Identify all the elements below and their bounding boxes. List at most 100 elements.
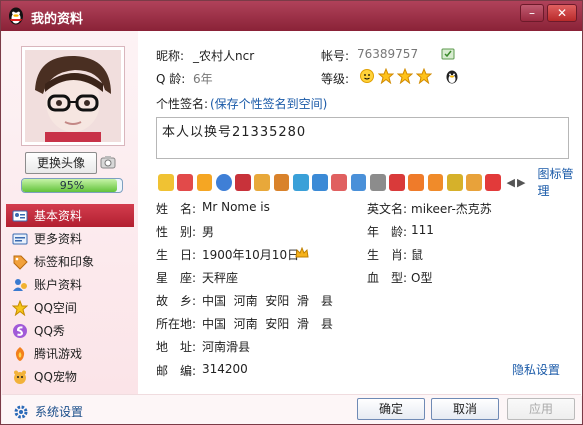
blood-label: 血 型: — [367, 271, 408, 285]
nav-item-more-info[interactable]: 更多资料 — [6, 227, 134, 250]
avatar-image — [25, 50, 121, 142]
nav-item-label: 标签和印象 — [34, 255, 95, 269]
scroll-left-icon[interactable]: ◀ — [507, 176, 515, 189]
gender-value: 男 — [202, 225, 215, 239]
nav-item-games[interactable]: 腾讯游戏 — [6, 342, 134, 365]
star-level-icon — [378, 68, 394, 84]
scroll-right-icon[interactable]: ▶ — [517, 176, 525, 189]
mail-icon[interactable] — [177, 173, 193, 191]
nav-item-qzone[interactable]: QQ空间 — [6, 296, 134, 319]
camera-icon[interactable] — [100, 154, 116, 170]
nav-item-pet[interactable]: QQ宠物 — [6, 365, 134, 388]
tablet-icon[interactable] — [369, 173, 386, 191]
eye-icon[interactable] — [215, 173, 232, 191]
gear-icon — [14, 405, 28, 418]
profile-window: 我的资料 – ✕ 更换头像 95% 基本资料 更多资料 标签和印象 账户资料 Q… — [0, 0, 583, 425]
penguin-vip-icon — [446, 70, 458, 84]
blue-diamond-icon[interactable] — [312, 173, 328, 191]
phone-icon[interactable] — [350, 173, 367, 191]
system-settings-link[interactable]: 系统设置 — [13, 403, 83, 420]
qq-penguin-icon — [9, 7, 23, 25]
shield-icon[interactable] — [158, 173, 174, 191]
qq-tv-icon[interactable] — [485, 173, 501, 191]
english-name-value: mikeer-杰克苏 — [411, 202, 492, 216]
nav-item-label: 基本资料 — [34, 209, 83, 223]
nav-item-label: QQ秀 — [34, 324, 65, 338]
location-label: 所在地: — [156, 317, 197, 331]
age-value: 111 — [411, 223, 434, 237]
cancel-button[interactable]: 取消 — [431, 398, 499, 420]
location-value: 中国 河南 安阳 滑 县 — [202, 317, 333, 331]
constellation-value: 天秤座 — [202, 271, 239, 285]
age-label: 年 龄: — [367, 225, 408, 239]
pet-service-icon[interactable] — [408, 173, 424, 191]
account-icon — [13, 278, 27, 291]
progress-text: 95% — [59, 179, 85, 192]
level-label: 等级: — [321, 72, 350, 86]
pink-diamond-icon[interactable] — [389, 173, 405, 191]
name-label: 姓 名: — [156, 202, 197, 216]
hometown-value: 中国 河南 安阳 滑 县 — [202, 294, 333, 308]
nav-item-label: 更多资料 — [34, 232, 83, 246]
nav-item-qqshow[interactable]: QQ秀 — [6, 319, 134, 342]
star-level-icon — [416, 68, 432, 84]
change-avatar-button[interactable]: 更换头像 — [25, 152, 97, 174]
tags-icon — [13, 255, 28, 270]
qqshow-icon — [13, 323, 27, 338]
minimize-button[interactable]: – — [520, 4, 544, 22]
zodiac-label: 生 肖: — [367, 248, 408, 262]
gender-label: 性 别: — [156, 225, 197, 239]
star-service-icon[interactable] — [446, 173, 463, 191]
avatar[interactable] — [21, 46, 125, 146]
close-button[interactable]: ✕ — [547, 4, 577, 22]
yellow-diamond-icon[interactable] — [254, 173, 270, 191]
window-title: 我的资料 — [31, 12, 84, 27]
game-icon[interactable] — [273, 173, 290, 191]
blood-value: O型 — [411, 271, 433, 285]
save-signature-link[interactable]: (保存个性签名到空间) — [210, 95, 327, 112]
profile-completion-bar: 95% — [21, 178, 123, 193]
music-icon[interactable] — [196, 173, 213, 191]
qage-value: 6年 — [193, 72, 213, 86]
system-settings-label: 系统设置 — [35, 405, 84, 419]
games-icon — [15, 346, 25, 361]
ok-button[interactable]: 确定 — [357, 398, 425, 420]
address-value: 河南滑县 — [202, 340, 251, 354]
more-info-icon — [12, 233, 28, 244]
english-name-label: 英文名: — [367, 202, 408, 216]
red-diamond-icon[interactable] — [235, 173, 251, 191]
orange-game-icon[interactable] — [427, 173, 444, 191]
icon-manage-link[interactable]: 图标管理 — [537, 165, 582, 199]
nav-item-basic-info[interactable]: 基本资料 — [6, 204, 134, 227]
crown-icon — [295, 247, 309, 258]
signature-label: 个性签名: — [156, 97, 209, 111]
hometown-label: 故 乡: — [156, 294, 197, 308]
pet-icon — [14, 370, 26, 384]
side-nav: 基本资料 更多资料 标签和印象 账户资料 QQ空间 QQ秀 腾讯游戏 QQ宠物 — [6, 204, 134, 388]
address-label: 地 址: — [156, 340, 197, 354]
apply-button[interactable]: 应用 — [507, 398, 575, 420]
birthday-value: 1900年10月10日 — [202, 248, 300, 262]
copy-id-icon[interactable] — [441, 48, 455, 60]
nav-item-tags[interactable]: 标签和印象 — [6, 250, 134, 273]
qage-label: Q 龄: — [156, 72, 186, 86]
account-value: 76389757 — [357, 47, 419, 61]
qzone-icon — [12, 299, 28, 316]
privacy-settings-link[interactable]: 隐私设置 — [512, 361, 560, 378]
nav-item-label: 腾讯游戏 — [34, 347, 83, 361]
constellation-label: 星 座: — [156, 271, 197, 285]
signature-input[interactable]: 本人以换号21335280 — [156, 117, 569, 159]
zipcode-label: 邮 编: — [156, 364, 197, 378]
nickname-value: _农村人ncr — [193, 49, 255, 63]
nav-item-account[interactable]: 账户资料 — [6, 273, 134, 296]
zipcode-value: 314200 — [202, 362, 248, 376]
nickname-label: 昵称: — [156, 49, 185, 63]
email-icon[interactable] — [331, 173, 347, 191]
sun-level-icon — [360, 69, 374, 83]
service-icons-row: ◀ ▶ 图标管理 — [158, 165, 582, 199]
qq-music-icon[interactable] — [466, 173, 482, 191]
profile-card-icon — [12, 210, 28, 221]
qzone-service-icon[interactable] — [292, 173, 309, 191]
level-icons[interactable] — [359, 68, 460, 84]
star-level-icon — [397, 68, 413, 84]
